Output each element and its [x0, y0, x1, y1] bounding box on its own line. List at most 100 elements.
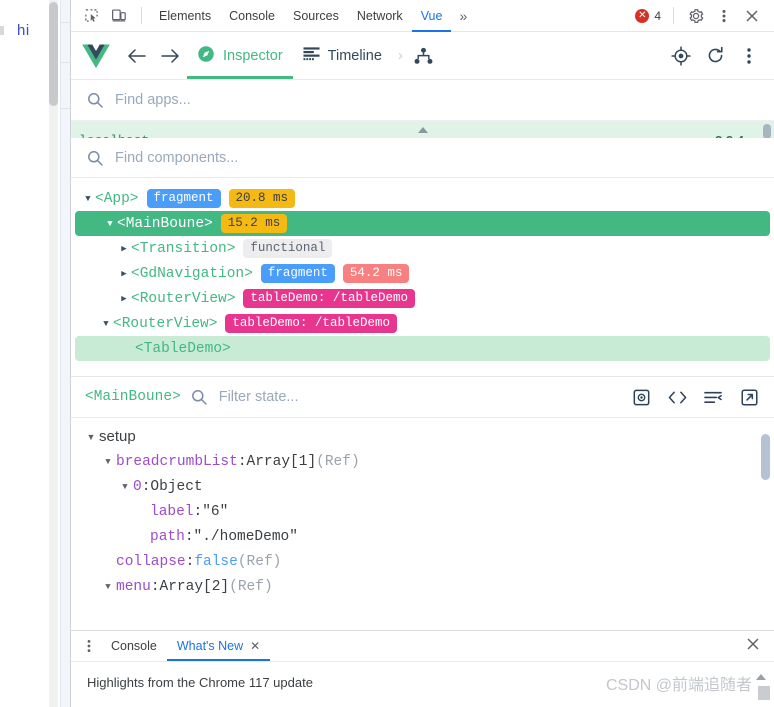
device-toolbar-icon[interactable] — [105, 3, 133, 29]
caret-down-icon[interactable] — [99, 319, 113, 329]
state-row[interactable]: collapse: false (Ref) — [71, 549, 774, 574]
vue-tab-inspector[interactable]: Inspector — [187, 33, 293, 79]
selected-component-name: <MainBoune> — [85, 389, 181, 405]
state-row-key: menu — [116, 578, 151, 595]
error-badge[interactable]: ✕ 4 — [631, 8, 665, 23]
vertical-dots-icon[interactable] — [710, 3, 738, 29]
app-row-clipped-left-text: localhost — [79, 133, 149, 138]
tab-console[interactable]: Console — [220, 0, 284, 32]
open-in-editor-icon[interactable] — [666, 386, 688, 408]
caret-right-icon[interactable] — [117, 269, 131, 279]
open-external-icon[interactable] — [738, 386, 760, 408]
app-list-scrollbar-thumb[interactable] — [763, 124, 771, 138]
arrow-right-icon[interactable] — [153, 39, 187, 73]
arrow-left-icon[interactable] — [119, 39, 153, 73]
caret-up-icon — [417, 127, 428, 133]
close-icon[interactable]: ✕ — [250, 631, 260, 661]
caret-right-icon[interactable] — [117, 244, 131, 254]
component-tree-row[interactable]: <TableDemo> — [75, 336, 770, 361]
inspect-dom-icon[interactable] — [630, 386, 652, 408]
caret-right-icon[interactable] — [117, 294, 131, 304]
state-row-value[interactable]: "./homeDemo" — [194, 529, 298, 545]
search-icon — [87, 92, 103, 108]
drawer-tabbar: Console What's New ✕ — [71, 630, 774, 661]
component-tree-row[interactable]: <RouterView> tableDemo: /tableDemo — [71, 286, 774, 311]
vue-tab-timeline[interactable]: Timeline — [293, 33, 392, 79]
toolbar-divider — [673, 7, 674, 24]
component-tree-row-name: <RouterView> — [113, 315, 218, 332]
app-selector-row-clipped[interactable]: localhost v3.2.4 — [71, 120, 774, 138]
state-row-value[interactable]: Array[1] — [247, 454, 317, 470]
drawer-tab-console[interactable]: Console — [101, 631, 167, 661]
component-tree-row[interactable]: <GdNavigation> fragment 54.2 ms — [71, 261, 774, 286]
state-row-value[interactable]: false — [194, 554, 238, 570]
state-row[interactable]: path: "./homeDemo" — [71, 524, 774, 549]
vue-tab-timeline-label: Timeline — [327, 47, 382, 64]
caret-down-icon[interactable] — [100, 582, 116, 592]
state-row-colon: : — [185, 553, 195, 570]
state-row-key: label — [150, 503, 194, 520]
component-tree-row[interactable]: <MainBoune> 15.2 ms — [75, 211, 770, 236]
gear-icon[interactable] — [682, 3, 710, 29]
find-apps-row — [71, 80, 774, 120]
caret-down-icon[interactable] — [81, 194, 95, 204]
component-tree-badge: tableDemo: /tableDemo — [243, 288, 415, 309]
vue-tab-inspector-label: Inspector — [223, 47, 283, 64]
component-hierarchy-icon[interactable] — [409, 41, 439, 71]
state-row-ref-suffix: (Ref) — [316, 453, 360, 470]
page-right-strip — [60, 0, 70, 707]
close-icon[interactable] — [738, 3, 766, 29]
vue-toolbar-right — [666, 41, 764, 71]
state-row[interactable]: setup — [71, 424, 774, 449]
page-scrollbar-track[interactable] — [49, 0, 58, 707]
caret-down-icon[interactable] — [117, 482, 133, 492]
component-tree-row[interactable]: <App> fragment 20.8 ms — [71, 186, 774, 211]
component-tree-badge: 54.2 ms — [342, 263, 410, 284]
component-tree-badge: functional — [243, 238, 333, 259]
state-row-value[interactable]: Object — [150, 479, 202, 495]
state-row[interactable]: menu: Array[2] (Ref) — [71, 574, 774, 599]
chevron-right-icon[interactable]: › — [392, 47, 409, 64]
search-icon — [87, 150, 103, 166]
caret-down-icon[interactable] — [83, 432, 99, 442]
filter-state-input[interactable] — [216, 388, 620, 406]
state-row[interactable]: label: "6" — [71, 499, 774, 524]
component-tree-badge: 15.2 ms — [220, 213, 288, 234]
find-apps-input[interactable] — [113, 91, 758, 109]
state-scrollbar-thumb[interactable] — [761, 434, 770, 480]
state-row[interactable]: breadcrumbList: Array[1] (Ref) — [71, 449, 774, 474]
tab-elements[interactable]: Elements — [150, 0, 220, 32]
component-tree-row[interactable]: <Transition> functional — [71, 236, 774, 261]
state-row-ref-suffix: (Ref) — [229, 578, 273, 595]
caret-down-icon[interactable] — [100, 457, 116, 467]
tab-vue[interactable]: Vue — [412, 0, 452, 32]
vertical-dots-icon[interactable] — [734, 41, 764, 71]
caret-down-icon[interactable] — [103, 219, 117, 229]
host-page-behind-devtools: hi — [0, 0, 70, 707]
tab-network[interactable]: Network — [348, 0, 412, 32]
state-row-ref-suffix: (Ref) — [237, 553, 282, 570]
page-text-hi: hi — [17, 22, 30, 39]
app-row-clipped-right-text: v3.2.4 — [708, 133, 744, 138]
drawer-tab-whats-new[interactable]: What's New ✕ — [167, 631, 270, 661]
chevron-double-right-icon[interactable]: » — [451, 8, 475, 24]
state-row[interactable]: 0: Object — [71, 474, 774, 499]
state-row-value[interactable]: "6" — [202, 504, 228, 520]
find-components-row — [71, 138, 774, 178]
tab-sources[interactable]: Sources — [284, 0, 348, 32]
console-log-icon[interactable] — [702, 386, 724, 408]
target-crosshair-icon[interactable] — [666, 41, 696, 71]
refresh-icon[interactable] — [700, 41, 730, 71]
page-strip-line — [60, 62, 70, 63]
vertical-dots-icon[interactable] — [77, 634, 101, 658]
page-scrollbar-thumb[interactable] — [49, 2, 58, 106]
state-row-value[interactable]: Array[2] — [160, 579, 230, 595]
find-components-input[interactable] — [113, 148, 758, 167]
inspect-element-icon[interactable] — [77, 3, 105, 29]
drawer-close-icon[interactable] — [738, 637, 768, 656]
drawer-scrollbar-thumb[interactable] — [758, 686, 770, 700]
component-tree-row[interactable]: <RouterView> tableDemo: /tableDemo — [71, 311, 774, 336]
caret-up-icon — [756, 674, 766, 680]
component-tree-row-name: <TableDemo> — [135, 340, 231, 357]
page-strip-line — [60, 22, 70, 23]
